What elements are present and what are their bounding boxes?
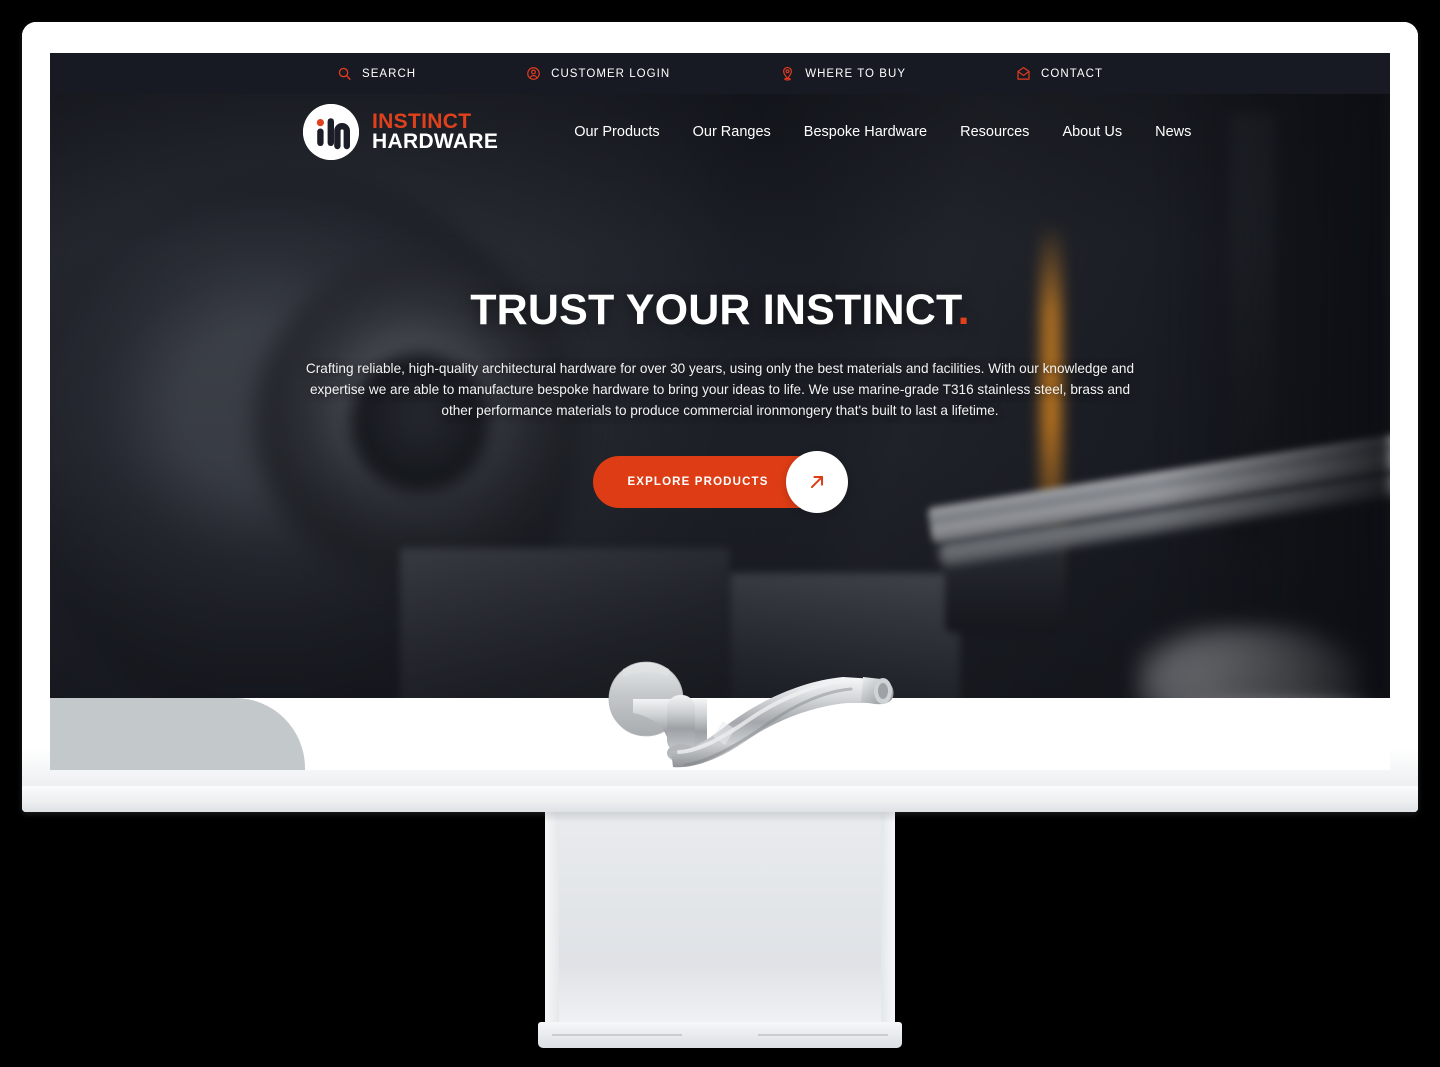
hero-paragraph: Crafting reliable, high-quality architec…	[305, 361, 1135, 419]
utility-bar: SEARCH CUSTOMER LOGIN WHERE TO BUY CONTA…	[50, 53, 1390, 94]
utility-link-label: SEARCH	[361, 67, 417, 80]
hero-title: TRUST YOUR INSTINCT.	[170, 289, 1270, 332]
explore-products-label: EXPLORE PRODUCTS	[627, 476, 769, 489]
monitor-stand-shadow	[545, 812, 895, 822]
below-fold-section	[50, 698, 1390, 770]
monitor-stand-neck	[545, 812, 895, 1030]
logo[interactable]: INSTINCT HARDWARE	[303, 104, 498, 160]
utility-link-label: WHERE TO BUY	[805, 67, 907, 80]
utility-link-search[interactable]: SEARCH	[337, 66, 416, 81]
user-circle-icon	[526, 66, 541, 81]
hero-title-dot: .	[957, 286, 970, 334]
mockup-scene: SEARCH CUSTOMER LOGIN WHERE TO BUY CONTA…	[0, 0, 1440, 1067]
utility-link-label: CUSTOMER LOGIN	[551, 67, 671, 80]
monitor-stand-base	[538, 1022, 902, 1048]
hero-cta-wrapper: EXPLORE PRODUCTS	[170, 451, 1270, 514]
grey-decorative-panel	[50, 698, 305, 770]
logo-mark-icon	[303, 104, 359, 160]
monitor-screen: SEARCH CUSTOMER LOGIN WHERE TO BUY CONTA…	[50, 53, 1390, 770]
monitor-chin	[22, 786, 1418, 812]
nav-item-news[interactable]: News	[1155, 124, 1191, 140]
utility-link-where-to-buy[interactable]: WHERE TO BUY	[780, 66, 906, 81]
search-icon	[337, 66, 352, 81]
nav-item-our-ranges[interactable]: Our Ranges	[693, 124, 771, 140]
nav-item-our-products[interactable]: Our Products	[574, 124, 659, 140]
stand-base-edge-right	[758, 1034, 888, 1036]
nav-item-bespoke-hardware[interactable]: Bespoke Hardware	[804, 124, 927, 140]
nav-item-resources[interactable]: Resources	[960, 124, 1029, 140]
stand-base-edge-left	[552, 1034, 682, 1036]
site-header: INSTINCT HARDWARE Our Products Our Range…	[50, 94, 1390, 170]
nav-item-about-us[interactable]: About Us	[1062, 124, 1122, 140]
hero-title-text: TRUST YOUR INSTINCT	[470, 286, 958, 334]
utility-link-contact[interactable]: CONTACT	[1016, 66, 1103, 81]
utility-link-label: CONTACT	[1041, 67, 1104, 80]
logo-line-2: HARDWARE	[372, 130, 499, 153]
envelope-icon	[1016, 66, 1031, 81]
utility-link-customer-login[interactable]: CUSTOMER LOGIN	[526, 66, 670, 81]
arrow-up-right-icon	[785, 451, 848, 514]
main-nav: Our Products Our Ranges Bespoke Hardware…	[574, 124, 1191, 140]
hero-content: TRUST YOUR INSTINCT. Crafting reliable, …	[50, 289, 1390, 514]
explore-products-button[interactable]: EXPLORE PRODUCTS	[593, 451, 848, 514]
logo-wordmark: INSTINCT HARDWARE	[372, 111, 499, 153]
map-pin-icon	[780, 66, 795, 81]
monitor-bezel: SEARCH CUSTOMER LOGIN WHERE TO BUY CONTA…	[22, 22, 1418, 812]
